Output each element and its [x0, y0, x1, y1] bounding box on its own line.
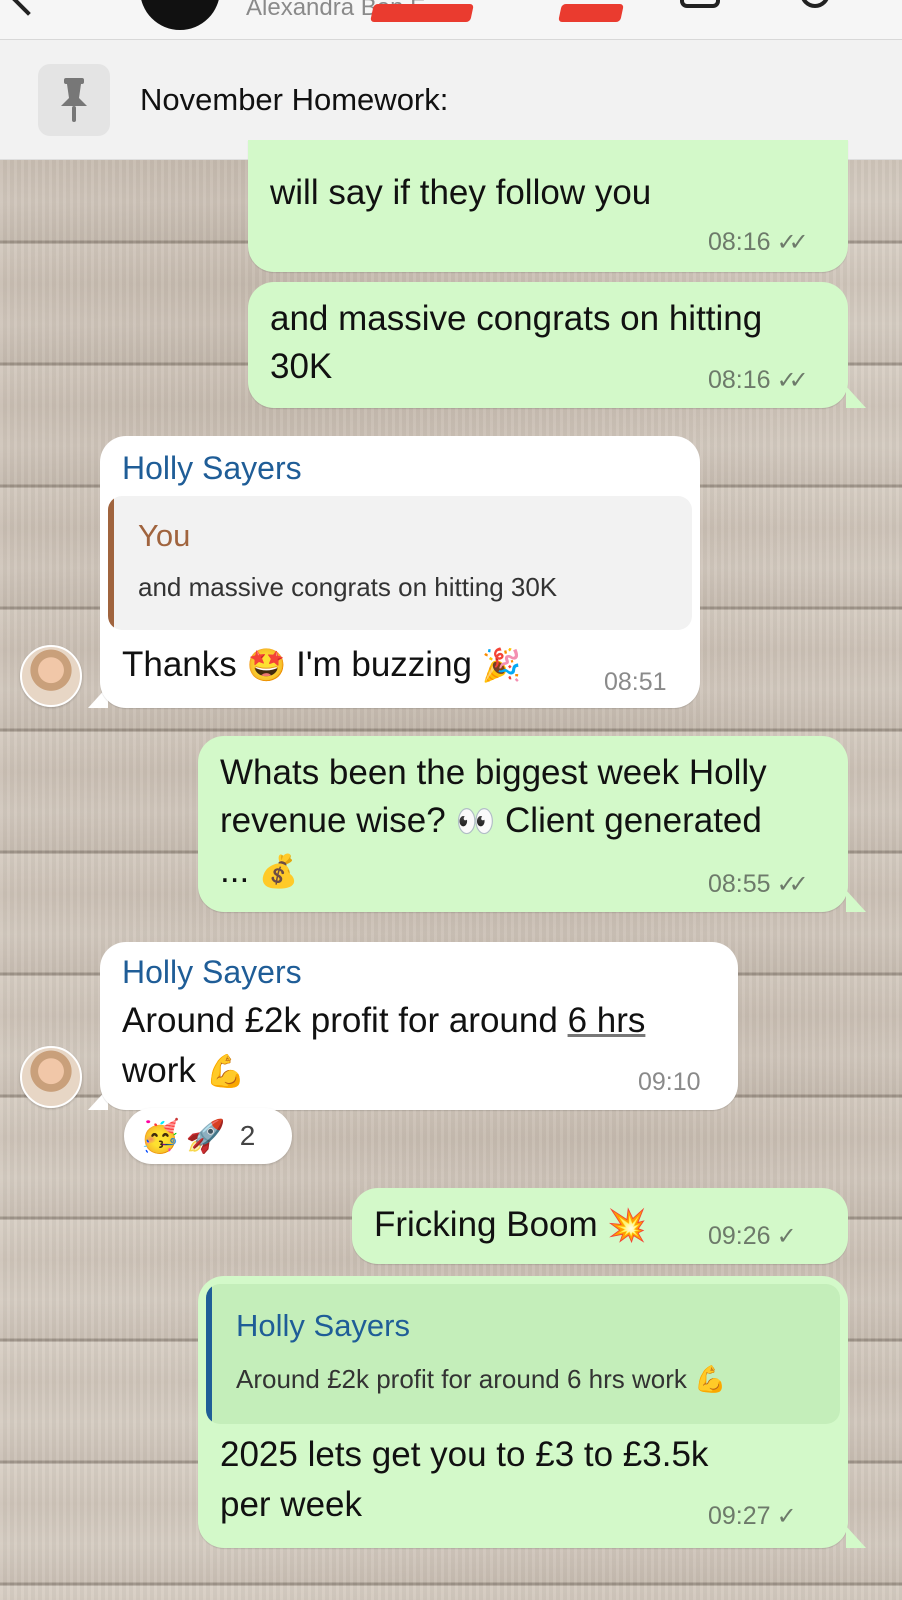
video-call-icon[interactable]: [680, 0, 720, 8]
message-bubble-outgoing[interactable]: Fricking Boom 💥 09:26 ✓: [352, 1188, 848, 1264]
double-check-icon: ✓✓: [776, 871, 809, 898]
message-time: 08:16 ✓✓: [708, 228, 809, 257]
sender-name[interactable]: Holly Sayers: [122, 450, 302, 487]
message-text: Fricking Boom 💥: [374, 1200, 647, 1250]
sender-avatar[interactable]: [20, 1046, 82, 1108]
bubble-tail: [846, 890, 866, 912]
message-text-part: Thanks: [122, 645, 237, 684]
message-bubble-incoming[interactable]: Holly Sayers You and massive congrats on…: [100, 436, 700, 708]
message-time: 09:10: [638, 1068, 701, 1096]
message-text-line: revenue wise? 👀 Client generated: [220, 796, 762, 846]
flexed-biceps-emoji-icon: 💪: [694, 1365, 727, 1395]
reply-quote[interactable]: Holly Sayers Around £2k profit for aroun…: [206, 1284, 840, 1424]
message-bubble-outgoing[interactable]: will say if they follow you 08:16 ✓✓: [248, 140, 848, 272]
partying-face-emoji-icon: 🥳: [140, 1117, 180, 1155]
reaction-count: 2: [239, 1120, 256, 1151]
double-check-icon: ✓✓: [776, 367, 809, 394]
rocket-emoji-icon: 🚀: [185, 1117, 226, 1155]
bubble-tail: [846, 1526, 866, 1548]
star-struck-emoji-icon: 🤩: [246, 646, 287, 684]
reply-quote-bar: [108, 496, 114, 630]
group-avatar[interactable]: [140, 0, 220, 30]
collision-emoji-icon: 💥: [607, 1206, 648, 1244]
sender-avatar[interactable]: [20, 645, 82, 707]
message-text-line: work 💪: [122, 1046, 245, 1096]
reply-author: You: [138, 518, 191, 553]
message-text-part: Fricking Boom: [374, 1205, 598, 1244]
message-text-line: Around £2k profit for around 6 hrs: [122, 996, 645, 1046]
reply-author: Holly Sayers: [236, 1308, 410, 1343]
message-text-line: per week: [220, 1485, 363, 1524]
message-text: will say if they follow you: [270, 173, 652, 212]
reply-text: and massive congrats on hitting 30K: [138, 572, 558, 602]
time-label: 09:26: [708, 1222, 771, 1250]
flexed-biceps-emoji-icon: 💪: [205, 1052, 246, 1090]
message-text-part: ...: [220, 851, 250, 890]
chat-header: Alexandra Ben F .: [0, 0, 902, 40]
message-time: 08:16 ✓✓: [708, 366, 809, 395]
time-label: 08:16: [708, 366, 771, 394]
date-link[interactable]: 6 hrs: [568, 1001, 646, 1040]
message-text: Thanks 🤩 I'm buzzing 🎉: [122, 640, 522, 690]
message-text-line: 2025 lets get you to £3 to £3.5k: [220, 1435, 709, 1474]
message-time: 08:51: [604, 668, 667, 696]
message-bubble-outgoing[interactable]: Holly Sayers Around £2k profit for aroun…: [198, 1276, 848, 1548]
redaction-mark: [558, 4, 624, 22]
time-label: 08:16: [708, 228, 771, 256]
message-bubble-outgoing[interactable]: and massive congrats on hitting 30K 08:1…: [248, 282, 848, 408]
message-time: 09:27 ✓: [708, 1502, 797, 1531]
eyes-emoji-icon: 👀: [455, 802, 496, 840]
message-text-part: Client generated: [505, 801, 762, 840]
bubble-tail: [846, 386, 866, 408]
message-bubble-incoming[interactable]: Holly Sayers Around £2k profit for aroun…: [100, 942, 738, 1110]
message-text-line: Whats been the biggest week Holly: [220, 753, 767, 792]
message-time: 08:55 ✓✓: [708, 870, 809, 899]
redaction-mark: [370, 4, 474, 22]
time-label: 08:55: [708, 870, 771, 898]
message-bubble-outgoing[interactable]: Whats been the biggest week Holly revenu…: [198, 736, 848, 912]
message-text-part: work: [122, 1051, 196, 1090]
double-check-icon: ✓✓: [776, 229, 809, 256]
message-time: 09:26 ✓: [708, 1222, 797, 1251]
reply-text: Around £2k profit for around 6 hrs work …: [236, 1364, 727, 1395]
call-icon[interactable]: [800, 0, 830, 8]
pin-icon: [38, 64, 110, 136]
reply-quote-bar: [206, 1284, 212, 1424]
sender-name[interactable]: Holly Sayers: [122, 954, 302, 991]
message-text-part: Around £2k profit for around: [122, 1001, 568, 1040]
reply-text-part: Around £2k profit for around 6 hrs work: [236, 1364, 687, 1394]
message-text-part: revenue wise?: [220, 801, 446, 840]
time-label: 09:27: [708, 1502, 771, 1530]
reply-quote[interactable]: You and massive congrats on hitting 30K: [108, 496, 692, 630]
money-bag-emoji-icon: 💰: [258, 852, 299, 890]
message-text-line: 30K: [270, 347, 333, 386]
party-popper-emoji-icon: 🎉: [481, 646, 522, 684]
pinned-message-text: November Homework:: [140, 82, 449, 117]
single-check-icon: ✓: [776, 1223, 797, 1250]
back-arrow-icon[interactable]: [8, 0, 48, 16]
single-check-icon: ✓: [776, 1503, 797, 1530]
message-text-line: and massive congrats on hitting: [270, 299, 763, 338]
pin-button[interactable]: [38, 64, 110, 136]
message-text-line: ... 💰: [220, 846, 299, 896]
reactions-pill[interactable]: 🥳 🚀 2: [124, 1108, 292, 1164]
message-text-part: I'm buzzing: [296, 645, 473, 684]
